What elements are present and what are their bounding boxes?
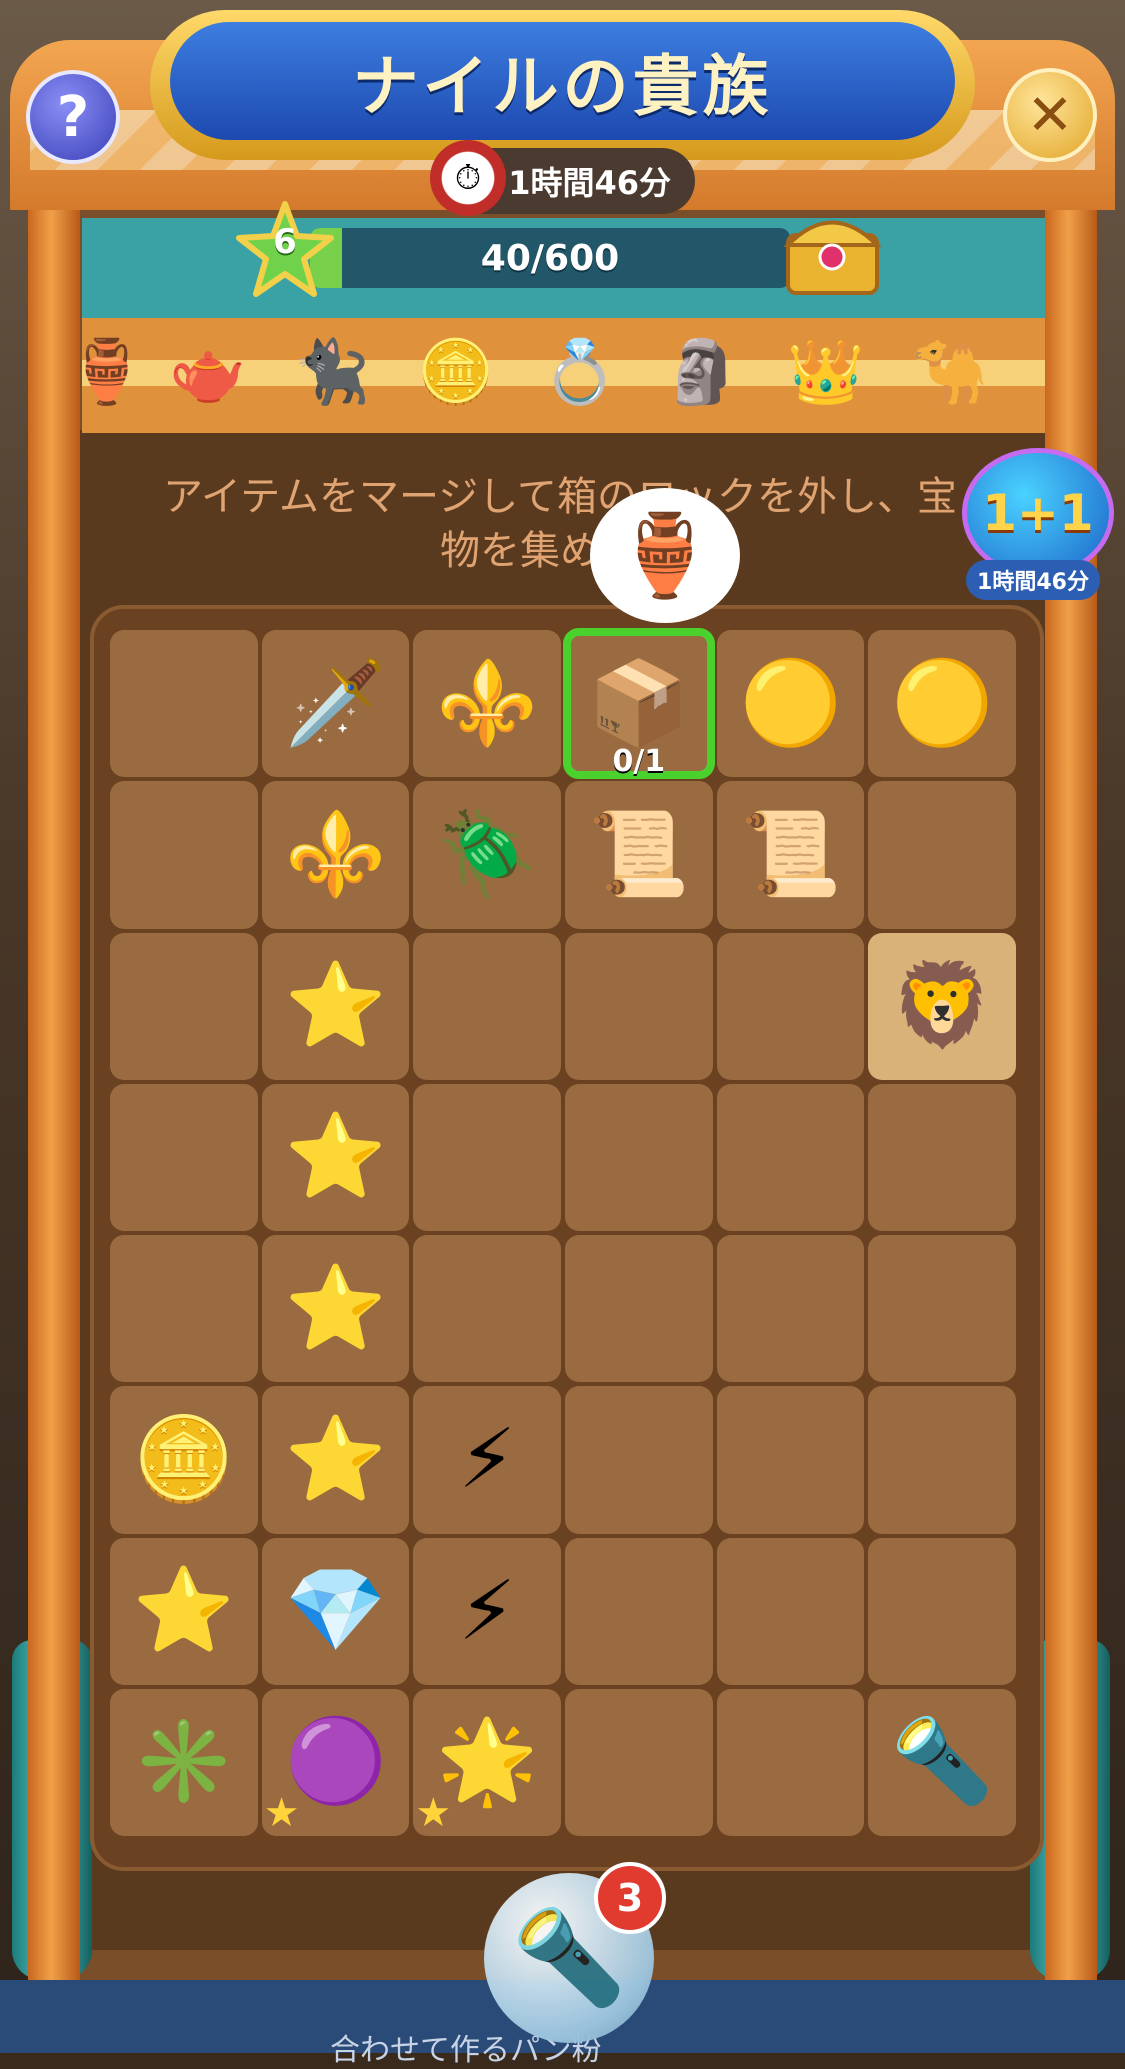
board-cell[interactable]: ⭐ [261,1083,410,1231]
reward-item[interactable]: 🐪 [904,322,996,422]
generator-item: 🟣 [284,1714,387,1810]
progress-text: 40/600 [480,237,620,279]
board-cell[interactable] [565,1537,713,1685]
generator-item: 🌟 [436,1714,539,1810]
locked-chest-cell[interactable]: 📦 0/1 [563,627,715,780]
board-cell[interactable] [413,1083,561,1231]
reward-item[interactable]: 🗿 [656,322,748,422]
board-cell[interactable] [716,1235,865,1383]
close-button[interactable]: ✕ [1003,68,1097,162]
board-cell[interactable]: 🔦 [868,1688,1016,1836]
board-cell[interactable] [565,932,713,1080]
board-cell[interactable]: 🟡 [868,630,1016,778]
board-cell[interactable] [868,1083,1016,1231]
reward-item[interactable]: 🐈‍⬛ [286,322,378,422]
generator-cell[interactable]: 🟣 ★ [261,1688,410,1836]
board-cell[interactable] [110,781,258,929]
board-cell[interactable] [716,1083,865,1231]
alarm-clock-icon: ⏱ [430,140,506,216]
reward-item[interactable]: 👑 [780,322,872,422]
board-cell[interactable]: 📜 [716,781,865,929]
board-cell[interactable] [565,1235,713,1383]
board-cell[interactable]: ⭐ [261,1386,410,1534]
board-cell[interactable] [716,932,865,1080]
board-cell[interactable]: 🟡 [716,630,865,778]
title-banner: ナイルの貴族 [170,22,955,140]
close-icon: ✕ [1026,82,1074,148]
board-cell[interactable]: 📜 [565,781,713,929]
help-button[interactable]: ? [26,70,120,164]
board-cell[interactable]: 🗡️ [261,630,410,778]
board-cell[interactable] [868,781,1016,929]
board-cell[interactable]: ⭐ [261,932,410,1080]
page-title: ナイルの貴族 [352,48,773,125]
board-cell[interactable] [565,1386,713,1534]
board-cell[interactable]: ⚜️ [413,630,561,778]
timer-text: 1時間46分 [508,164,671,202]
board-cell[interactable] [716,1537,865,1685]
board-cell[interactable] [565,1083,713,1231]
board-cell[interactable] [413,1235,561,1383]
board-cell[interactable]: ✳️ [110,1688,258,1836]
board-cell[interactable] [868,1537,1016,1685]
board-cell[interactable] [565,1688,713,1836]
level-number: 6 [273,222,297,262]
question-icon: ? [56,84,90,150]
board-cell[interactable]: 🪲 [413,781,561,929]
board-cell[interactable]: ⚡ [413,1386,561,1534]
sand-covered-cell[interactable]: 🦁 [868,932,1016,1080]
board-cell[interactable]: ⚡ [413,1537,561,1685]
reward-item[interactable]: 🏺 [68,322,145,422]
board-cell[interactable] [868,1235,1016,1383]
inventory-count-badge: 3 [594,1862,666,1934]
board-cell[interactable]: 💎 [261,1537,410,1685]
reward-item[interactable]: 💍 [534,322,626,422]
board-cell[interactable] [868,1386,1016,1534]
pillar-left [28,200,80,1990]
thought-bubble: 🏺 [590,488,740,623]
board-cell[interactable]: 🪙 [110,1386,258,1534]
board-cell[interactable]: ⭐ [110,1537,258,1685]
board-cell[interactable] [110,932,258,1080]
board-cell[interactable] [110,1083,258,1231]
board-cell[interactable] [110,1235,258,1383]
board-cell[interactable] [716,1688,865,1836]
treasure-chest-icon[interactable] [780,205,885,300]
star-badge-icon: ★ [415,1790,452,1836]
reward-item[interactable]: 🪙 [410,322,502,422]
bonus-badge-timer: 1時間46分 [966,560,1100,600]
board-cell[interactable] [716,1386,865,1534]
chest-counter: 0/1 [612,744,666,780]
star-badge-icon: ★ [263,1790,300,1836]
instruction-text: アイテムをマージして箱のロックを外し、宝物を集めよう [163,474,957,574]
board-cell[interactable] [110,630,258,778]
bonus-badge[interactable]: 1+1 [962,448,1114,578]
merge-grid: 🗡️ ⚜️ 📦 0/1 🟡 🟡 ⚜️ 🪲 📜 📜 ⭐ 🦁 ⭐ ⭐ 🪙 ⭐ ⚡ ⭐… [110,627,1016,1836]
board-cell[interactable]: ⚜️ [261,781,410,929]
reward-item[interactable]: 🫖 [162,322,254,422]
chest-item: 📦 [587,655,690,751]
board-cell[interactable] [413,932,561,1080]
board-cell[interactable]: ⭐ [261,1235,410,1383]
generator-cell[interactable]: 🌟 ★ [413,1688,561,1836]
